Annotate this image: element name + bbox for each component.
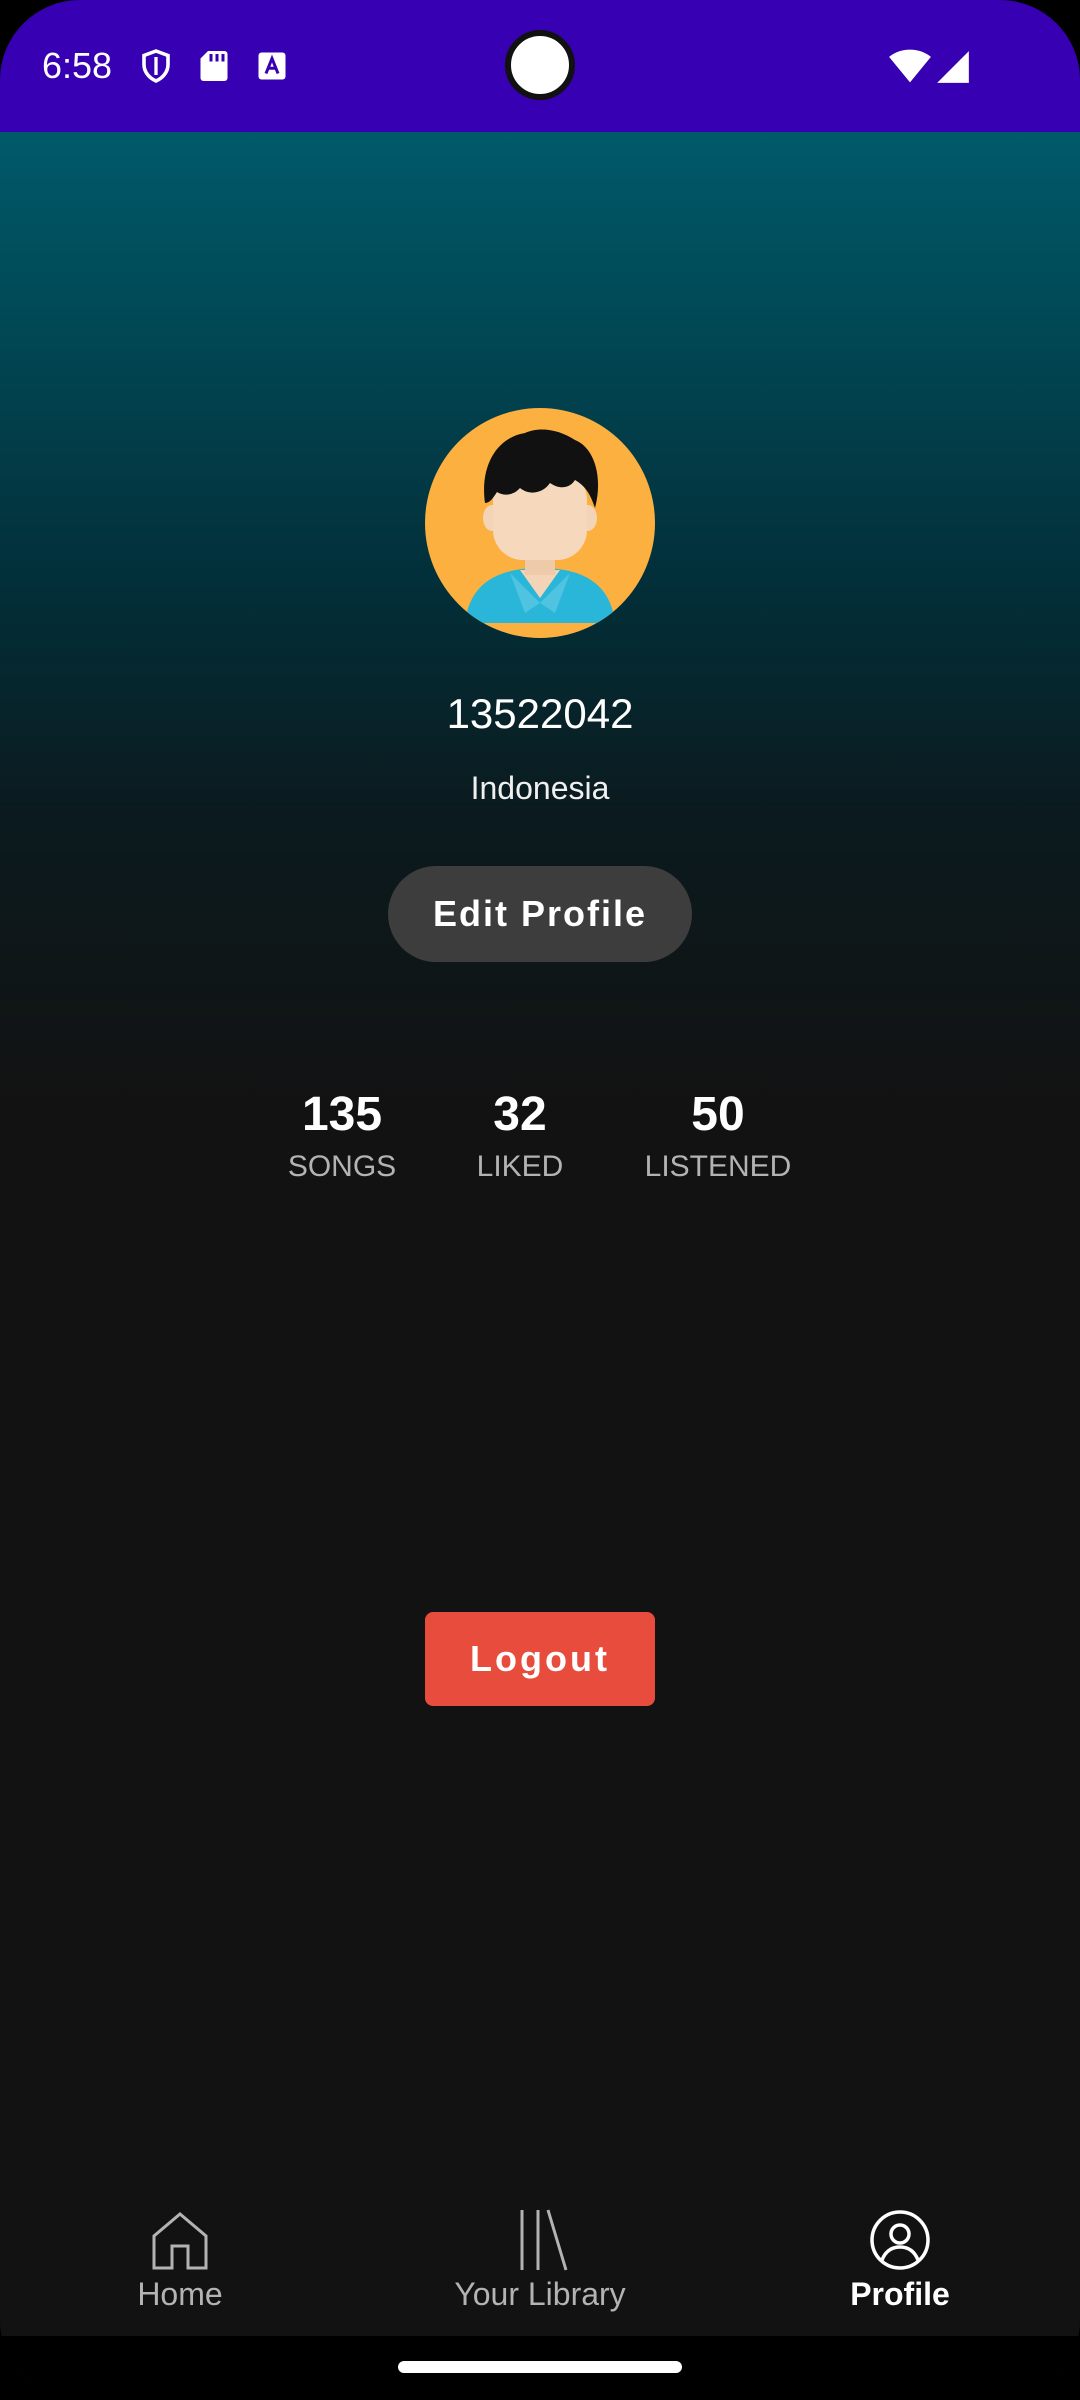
camera-cutout bbox=[505, 30, 575, 100]
stat-label: LIKED bbox=[476, 1150, 564, 1183]
library-icon bbox=[520, 2209, 568, 2271]
nav-label-home: Home bbox=[137, 2276, 223, 2312]
profile-screen: 6:58 13522042 Indonesia Edit Profile 135… bbox=[0, 0, 1080, 2400]
status-bar: 6:58 bbox=[0, 0, 1080, 132]
status-time: 6:58 bbox=[42, 45, 113, 86]
stat-value: 32 bbox=[493, 1088, 547, 1141]
home-indicator[interactable] bbox=[398, 2361, 682, 2373]
avatar-illustration bbox=[465, 429, 615, 623]
stat-listened: 50 LISTENED bbox=[608, 1085, 828, 1187]
avatar bbox=[425, 408, 655, 638]
nav-label-your-library: Your Library bbox=[454, 2276, 626, 2312]
edit-profile-button[interactable]: Edit Profile bbox=[388, 866, 692, 962]
sd-card-icon bbox=[200, 51, 228, 81]
nav-item-your-library[interactable]: Your Library bbox=[410, 2208, 670, 2328]
stat-liked: 32 LIKED bbox=[410, 1085, 630, 1187]
stat-label: LISTENED bbox=[644, 1150, 792, 1183]
font-a-icon bbox=[258, 52, 286, 80]
profile-icon bbox=[870, 2210, 930, 2270]
bottom-navigation: Home Your Library Profile bbox=[0, 2190, 1080, 2336]
signal-icon bbox=[937, 51, 969, 83]
wifi-icon bbox=[889, 49, 931, 83]
shield-icon bbox=[142, 49, 170, 83]
country-label: Indonesia bbox=[470, 770, 610, 806]
username: 13522042 bbox=[446, 690, 634, 737]
nav-label-profile: Profile bbox=[850, 2276, 950, 2312]
nav-item-profile[interactable]: Profile bbox=[770, 2208, 1030, 2328]
logout-button[interactable]: Logout bbox=[425, 1612, 655, 1706]
home-icon bbox=[152, 2212, 208, 2270]
stat-value: 50 bbox=[691, 1088, 745, 1141]
nav-item-home[interactable]: Home bbox=[50, 2208, 310, 2328]
